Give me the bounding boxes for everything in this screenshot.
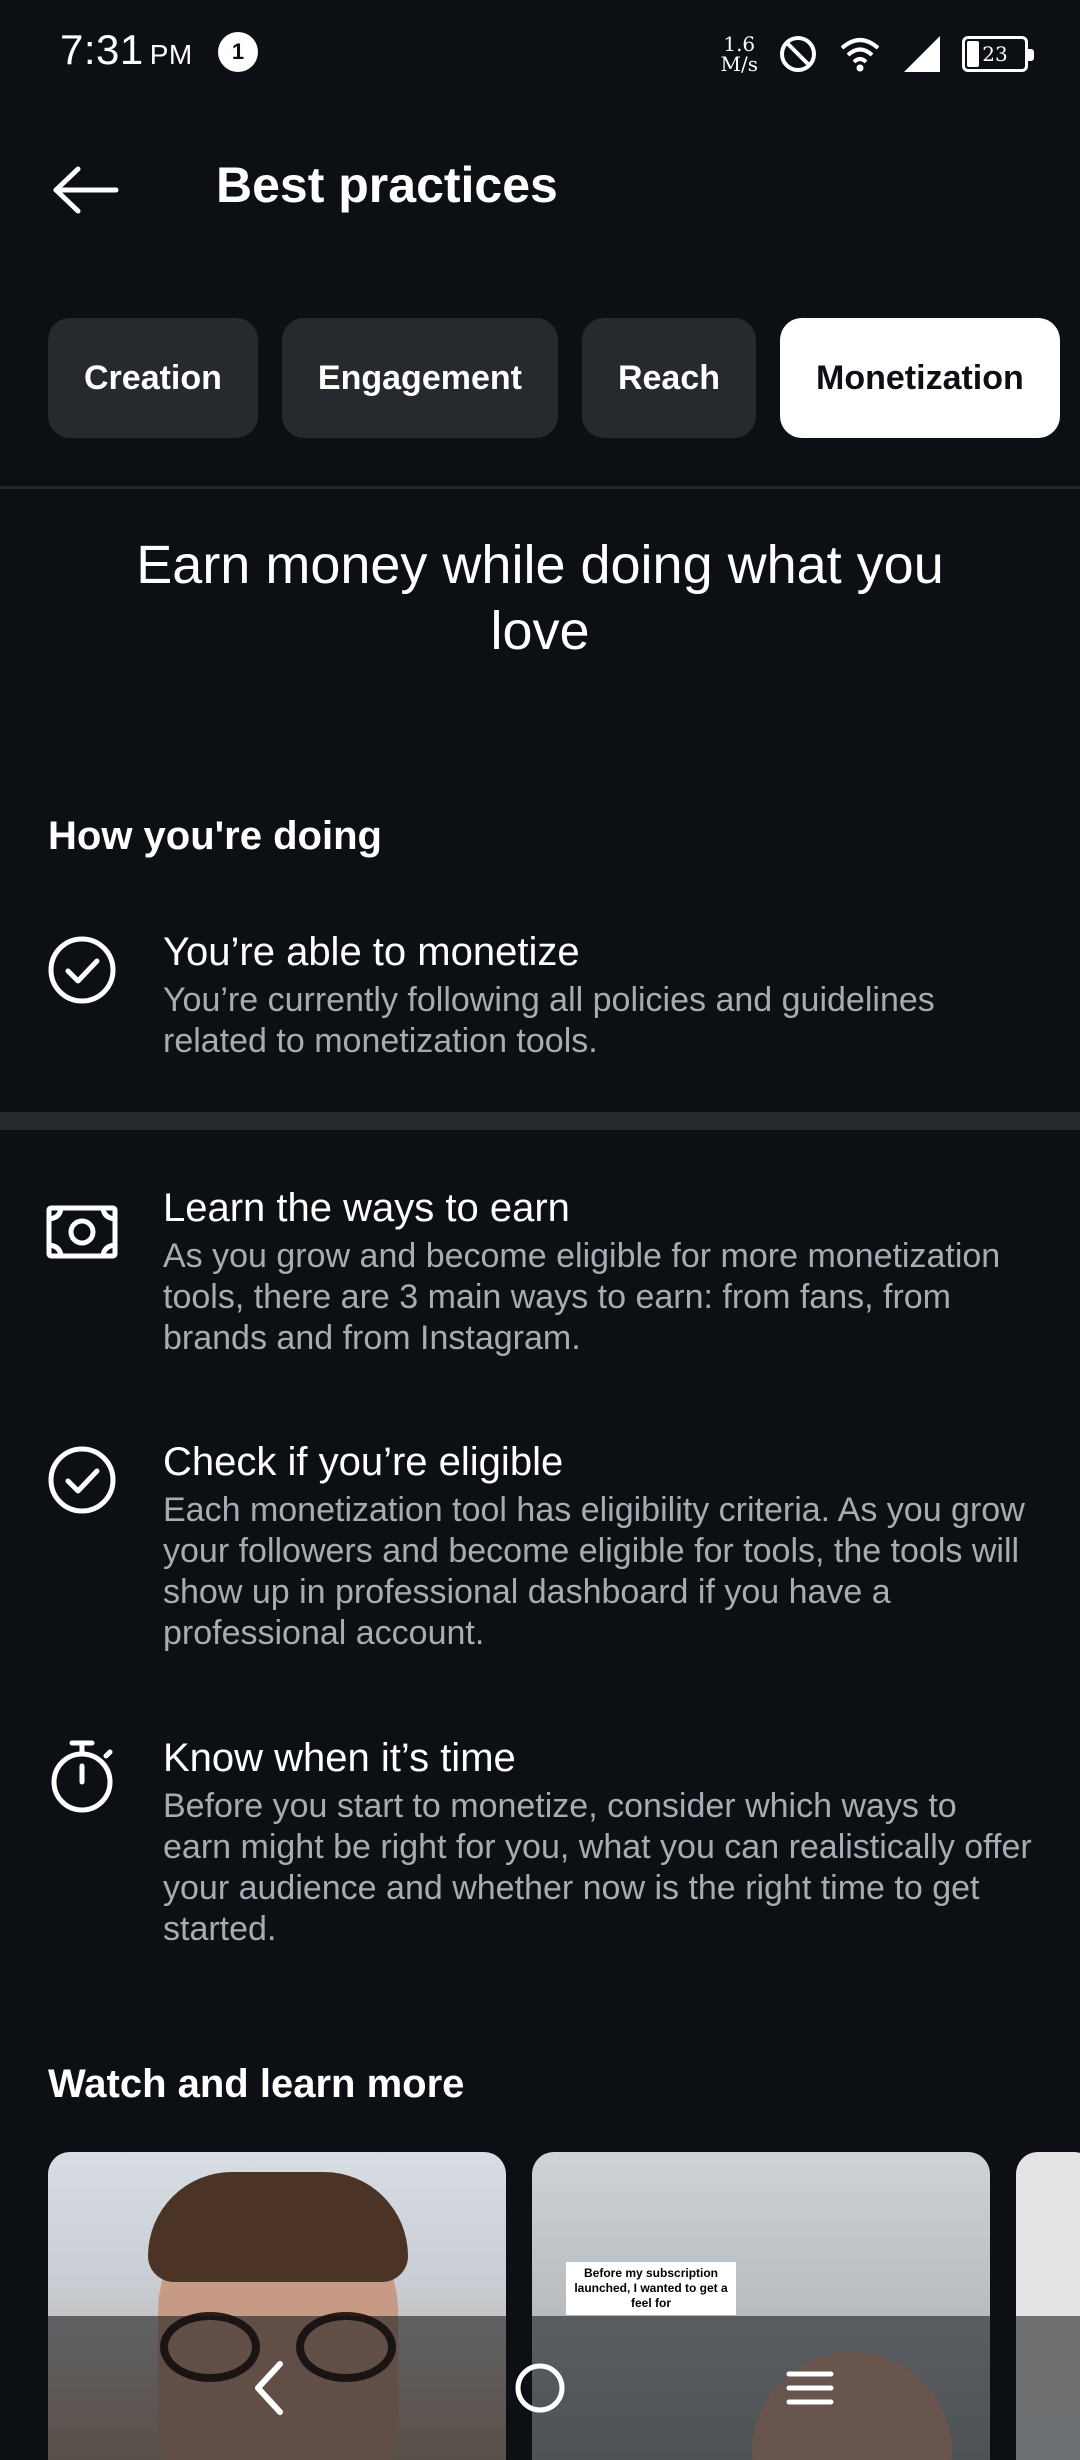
status-indicators: 1.6 M/s 23: [721, 24, 1034, 84]
network-speed: 1.6 M/s: [721, 34, 758, 74]
tip-title: Check if you’re eligible: [163, 1440, 564, 1484]
video-caption: Before my subscription launched, I wante…: [566, 2262, 736, 2315]
status-item-description: You’re currently following all policies …: [163, 981, 935, 1060]
system-nav-bar: [0, 2316, 1080, 2460]
check-circle-icon: [46, 1444, 118, 1516]
arrow-left-icon: [53, 166, 119, 214]
cell-signal-icon: [904, 36, 940, 72]
status-bar: 7:31 PM 1 1.6 M/s 23: [0, 0, 1080, 110]
nav-menu-button[interactable]: [768, 2346, 852, 2430]
category-tabs: Creation Engagement Reach Monetization: [48, 318, 1080, 438]
section-heading-status: How you're doing: [48, 814, 382, 858]
tab-engagement[interactable]: Engagement: [281, 318, 558, 438]
tip-description: Each monetization tool has eligibility c…: [163, 1491, 1025, 1652]
nav-home-button[interactable]: [498, 2346, 582, 2430]
check-circle-icon: [46, 934, 118, 1006]
section-divider: [0, 1112, 1080, 1130]
status-time: 7:31 PM: [60, 26, 193, 73]
menu-icon: [786, 2371, 834, 2405]
tip-title: Learn the ways to earn: [163, 1186, 570, 1230]
do-not-disturb-icon: [780, 36, 816, 72]
tab-monetization[interactable]: Monetization: [780, 318, 1060, 438]
section-heading-videos: Watch and learn more: [48, 2062, 465, 2106]
hero-title: Earn money while doing what you love: [136, 535, 944, 661]
status-ampm: PM: [149, 39, 193, 70]
page-title: Best practices: [216, 157, 558, 213]
nav-back-button[interactable]: [228, 2346, 312, 2430]
battery-icon: 23: [962, 36, 1034, 72]
tab-creation[interactable]: Creation: [48, 318, 258, 438]
battery-level: 23: [982, 42, 1008, 66]
stopwatch-icon: [46, 1740, 118, 1813]
tip-title: Know when it’s time: [163, 1736, 516, 1780]
home-circle-icon: [515, 2363, 565, 2413]
status-item-title: You’re able to monetize: [163, 930, 580, 974]
money-bill-icon: [46, 1196, 118, 1268]
chevron-left-icon: [255, 2361, 283, 2415]
tip-description: As you grow and become eligible for more…: [163, 1237, 1001, 1357]
header: Best practices: [0, 130, 1080, 250]
tip-description: Before you start to monetize, consider w…: [163, 1787, 1032, 1948]
notification-badge-icon: 1: [218, 32, 258, 72]
back-button[interactable]: [40, 150, 130, 230]
divider: [0, 486, 1080, 489]
screen: 7:31 PM 1 1.6 M/s 23 Best practices Creat…: [0, 0, 1080, 2460]
wifi-icon: [840, 38, 880, 72]
tab-reach[interactable]: Reach: [581, 318, 757, 438]
network-speed-value: 1.6: [723, 32, 756, 56]
thumbnail-hair: [148, 2172, 408, 2282]
network-speed-unit: M/s: [720, 52, 758, 76]
